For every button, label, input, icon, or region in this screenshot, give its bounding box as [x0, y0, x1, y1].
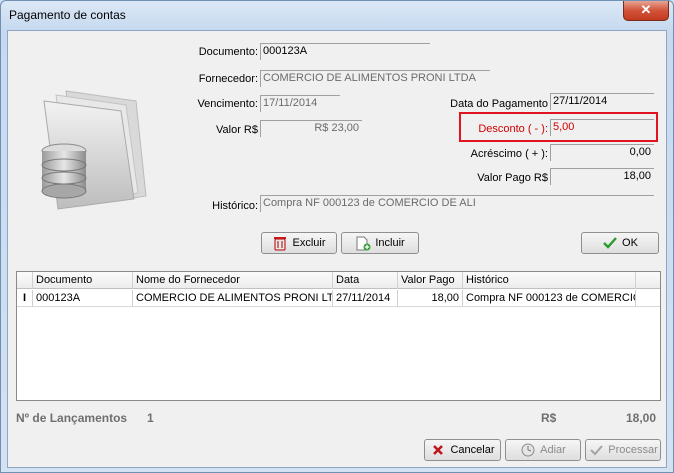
fornecedor-label: Fornecedor:	[198, 73, 258, 85]
cell-documento[interactable]: 000123A	[33, 290, 133, 307]
cancelar-button[interactable]: Cancelar	[424, 439, 501, 461]
valor-pago-field[interactable]: 18,00	[550, 168, 654, 185]
row-indicator-cursor-icon: I	[17, 290, 33, 307]
grid-header-row: Documento Nome do Fornecedor Data Valor …	[17, 272, 660, 289]
total-currency: R$	[541, 411, 557, 425]
cancel-x-icon	[430, 442, 446, 458]
cell-data[interactable]: 27/11/2014	[333, 290, 398, 307]
adiar-label: Adiar	[540, 444, 566, 456]
column-header-valor-pago[interactable]: Valor Pago	[398, 272, 463, 289]
column-header-data[interactable]: Data	[333, 272, 398, 289]
incluir-button[interactable]: Incluir	[341, 232, 419, 254]
checkmark-icon	[602, 235, 618, 251]
column-header-historico[interactable]: Histórico	[463, 272, 636, 289]
vencimento-field[interactable]: 17/11/2014	[260, 95, 340, 112]
cell-valor-pago[interactable]: 18,00	[398, 290, 463, 307]
total-value: 18,00	[626, 411, 657, 425]
lancamentos-grid[interactable]: Documento Nome do Fornecedor Data Valor …	[16, 271, 661, 401]
processar-button[interactable]: Processar	[585, 439, 661, 461]
incluir-label: Incluir	[375, 237, 405, 249]
vencimento-label: Vencimento:	[197, 98, 258, 110]
ok-label: OK	[622, 237, 638, 249]
checkmark-disabled-icon	[588, 442, 604, 458]
column-header-documento[interactable]: Documento	[33, 272, 133, 289]
ok-button[interactable]: OK	[581, 232, 659, 254]
valor-pago-label: Valor Pago R$	[477, 172, 548, 184]
cell-historico[interactable]: Compra NF 000123 de COMERCIO D	[463, 290, 636, 307]
lancamentos-count: 1	[147, 411, 154, 425]
close-button[interactable]: ✕	[623, 1, 669, 21]
acrescimo-field[interactable]: 0,00	[550, 144, 654, 161]
documento-field[interactable]: 000123A	[260, 43, 430, 60]
grid-indicator-header	[17, 272, 33, 289]
folder-database-icon	[41, 90, 147, 210]
close-icon: ✕	[640, 2, 652, 17]
window-title: Pagamento de contas	[9, 8, 126, 22]
payment-dialog-window: Pagamento de contas ✕ Documento: 000123A…	[0, 0, 674, 473]
dialog-body: Documento: 000123A Fornecedor: COMERCIO …	[7, 30, 667, 468]
valor-label: Valor R$	[216, 124, 258, 136]
table-row[interactable]: I 000123A COMERCIO DE ALIMENTOS PRONI LT…	[17, 290, 660, 307]
lancamentos-label: Nº de Lançamentos	[16, 411, 128, 425]
excluir-button[interactable]: Excluir	[261, 232, 337, 254]
excluir-label: Excluir	[292, 237, 326, 249]
clock-icon	[520, 442, 536, 458]
data-pagamento-field[interactable]: 27/11/2014	[550, 93, 654, 110]
processar-label: Processar	[608, 444, 658, 456]
desconto-field[interactable]: 5,00	[550, 119, 654, 136]
adiar-button[interactable]: Adiar	[505, 439, 581, 461]
title-bar[interactable]: Pagamento de contas ✕	[1, 1, 673, 29]
acrescimo-label: Acréscimo ( + ):	[470, 148, 548, 160]
column-header-fornecedor[interactable]: Nome do Fornecedor	[133, 272, 333, 289]
historico-label: Histórico:	[212, 200, 258, 212]
cancelar-label: Cancelar	[450, 444, 495, 456]
cell-fornecedor[interactable]: COMERCIO DE ALIMENTOS PRONI LTDA	[133, 290, 333, 307]
historico-field[interactable]: Compra NF 000123 de COMERCIO DE ALI	[260, 195, 654, 212]
fornecedor-field[interactable]: COMERCIO DE ALIMENTOS PRONI LTDA	[260, 70, 490, 87]
documento-label: Documento:	[198, 46, 258, 58]
valor-field[interactable]: R$ 23,00	[260, 120, 362, 137]
data-pagamento-label: Data do Pagamento	[450, 98, 548, 110]
add-document-icon	[355, 235, 371, 251]
trash-icon	[272, 235, 288, 251]
desconto-label: Desconto ( - ):	[478, 123, 548, 135]
